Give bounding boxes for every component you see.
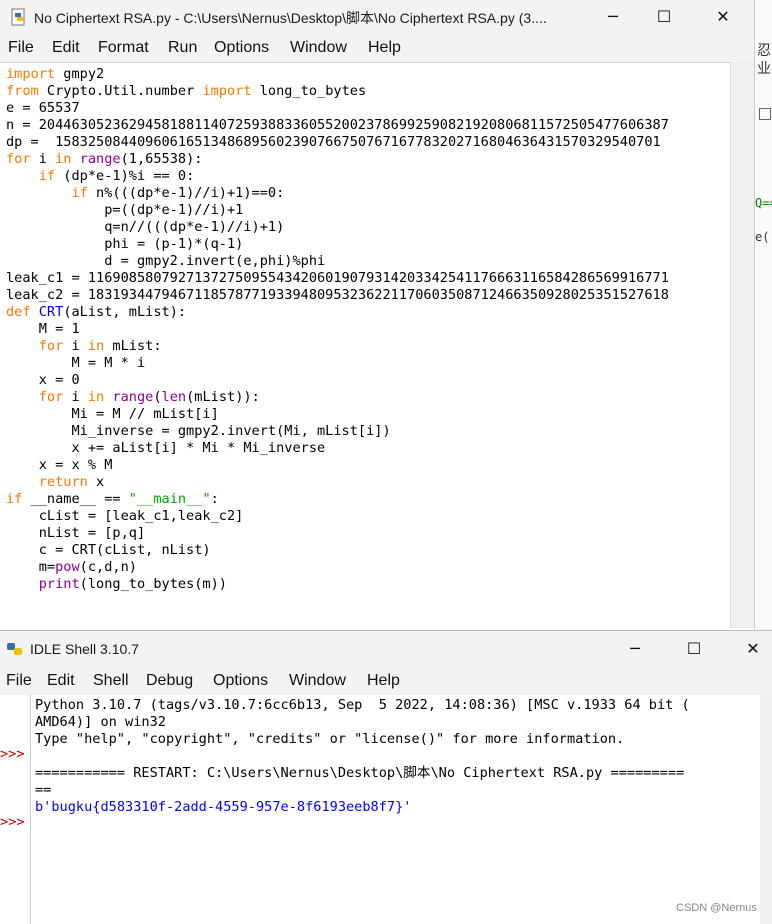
code-line: M = 1: [6, 321, 80, 337]
shell-menu-shell[interactable]: Shell: [93, 672, 129, 690]
code-line: q=n//(((dp*e-1)//i)+1): [6, 219, 285, 235]
code-line: Mi = M // mList[i]: [6, 406, 219, 422]
code-line: import gmpy2: [6, 66, 105, 82]
shell-title: IDLE Shell 3.10.7: [30, 641, 139, 657]
strip-checkbox[interactable]: [759, 108, 771, 120]
shell-window: IDLE Shell 3.10.7 ─ ☐ ✕ File Edit Shell …: [0, 630, 772, 924]
code-line: x = x % M: [6, 457, 113, 473]
code-line: for i in mList:: [38, 338, 162, 354]
shell-menu-window[interactable]: Window: [289, 672, 346, 690]
shell-line: =========== RESTART: C:\Users\Nernus\Des…: [35, 765, 685, 781]
editor-menubar: File Edit Format Run Options Window Help: [0, 34, 772, 62]
code-line: Mi_inverse = gmpy2.invert(Mi, mList[i]): [6, 423, 391, 439]
code-line: m=pow(c,d,n): [6, 559, 137, 575]
watermark: CSDN @Nernus: [676, 902, 757, 914]
shell-menu-options[interactable]: Options: [213, 672, 268, 690]
code-line: d = gmpy2.invert(e,phi)%phi: [6, 253, 326, 269]
shell-close-button[interactable]: ✕: [730, 632, 772, 666]
code-line: x = 0: [6, 372, 80, 388]
prompt-marker-1: >>>: [0, 746, 25, 762]
code-line: dp = 15832508440960616513486895602390766…: [6, 134, 661, 150]
code-line: e = 65537: [6, 100, 80, 116]
shell-line: b'bugku{d583310f-2add-4559-957e-8f6193ee…: [35, 799, 412, 815]
code-line: M = M * i: [6, 355, 146, 371]
code-line: return x: [38, 474, 105, 490]
shell-menu-edit[interactable]: Edit: [47, 672, 75, 690]
code-line: leak_c2 = 183193447946711857877193394809…: [6, 287, 669, 303]
code-line: cList = [leak_c1,leak_c2]: [6, 508, 244, 524]
editor-titlebar[interactable]: No Ciphertext RSA.py - C:\Users\Nernus\D…: [0, 0, 772, 34]
shell-menu-file[interactable]: File: [6, 672, 32, 690]
code-text[interactable]: import gmpy2 from Crypto.Util.number impo…: [6, 66, 669, 593]
shell-menu-help[interactable]: Help: [367, 672, 400, 690]
strip-text-1: 忍: [757, 42, 771, 58]
code-line: if __name__ == "__main__":: [6, 491, 219, 507]
python-shell-icon: [7, 643, 22, 655]
editor-scrollbar[interactable]: [730, 62, 755, 628]
shell-minimize-button[interactable]: ─: [612, 632, 658, 666]
editor-window: No Ciphertext RSA.py - C:\Users\Nernus\D…: [0, 0, 772, 630]
menu-window[interactable]: Window: [290, 39, 347, 57]
shell-titlebar[interactable]: IDLE Shell 3.10.7 ─ ☐ ✕: [0, 631, 772, 667]
code-line: x += aList[i] * Mi * Mi_inverse: [6, 440, 326, 456]
code-line: n = 204463052362945818811407259388336055…: [6, 117, 669, 133]
background-window-strip: 忍 业 Q== e(: [754, 0, 772, 630]
code-line: phi = (p-1)*(q-1): [6, 236, 244, 252]
shell-line: AMD64)] on win32: [35, 714, 166, 730]
shell-line: Python 3.10.7 (tags/v3.10.7:6cc6b13, Sep…: [35, 697, 690, 713]
shell-menubar: File Edit Shell Debug Options Window Hel…: [0, 667, 772, 695]
code-editor[interactable]: import gmpy2 from Crypto.Util.number impo…: [0, 62, 730, 629]
menu-edit[interactable]: Edit: [52, 39, 80, 57]
shell-line: ==: [35, 782, 52, 798]
shell-prompt-gutter: >>> >>>: [0, 695, 31, 924]
menu-help[interactable]: Help: [368, 39, 401, 57]
maximize-button[interactable]: ☐: [641, 0, 687, 34]
minimize-button[interactable]: ─: [590, 0, 636, 34]
shell-line: Type "help", "copyright", "credits" or "…: [35, 731, 625, 747]
menu-format[interactable]: Format: [98, 39, 149, 57]
code-line: def CRT(aList, mList):: [6, 304, 187, 320]
code-line: c = CRT(cList, nList): [6, 542, 211, 558]
code-line: from Crypto.Util.number import long_to_b…: [6, 83, 367, 99]
code-line: print(long_to_bytes(m)): [38, 576, 227, 592]
editor-title: No Ciphertext RSA.py - C:\Users\Nernus\D…: [34, 10, 547, 26]
code-line: nList = [p,q]: [6, 525, 146, 541]
strip-text-2: 业: [757, 60, 771, 76]
shell-menu-debug[interactable]: Debug: [146, 672, 193, 690]
close-button[interactable]: ✕: [700, 0, 746, 34]
code-line: for i in range(1,65538):: [6, 151, 203, 167]
menu-options[interactable]: Options: [214, 39, 269, 57]
code-line: for i in range(len(mList)):: [38, 389, 260, 405]
shell-maximize-button[interactable]: ☐: [671, 632, 717, 666]
code-line: leak_c1 = 116908580792713727509554342060…: [6, 270, 669, 286]
shell-output[interactable]: Python 3.10.7 (tags/v3.10.7:6cc6b13, Sep…: [35, 697, 690, 816]
python-file-icon: [11, 8, 25, 26]
prompt-marker-2: >>>: [0, 814, 25, 830]
shell-scrollbar[interactable]: [760, 695, 772, 924]
code-line: p=((dp*e-1)//i)+1: [6, 202, 244, 218]
strip-text-4: e(: [755, 230, 770, 244]
code-line: if (dp*e-1)%i == 0:: [38, 168, 195, 184]
code-line: if n%(((dp*e-1)//i)+1)==0:: [71, 185, 285, 201]
menu-file[interactable]: File: [8, 39, 34, 57]
strip-text-3: Q==: [755, 196, 772, 210]
menu-run[interactable]: Run: [168, 39, 197, 57]
